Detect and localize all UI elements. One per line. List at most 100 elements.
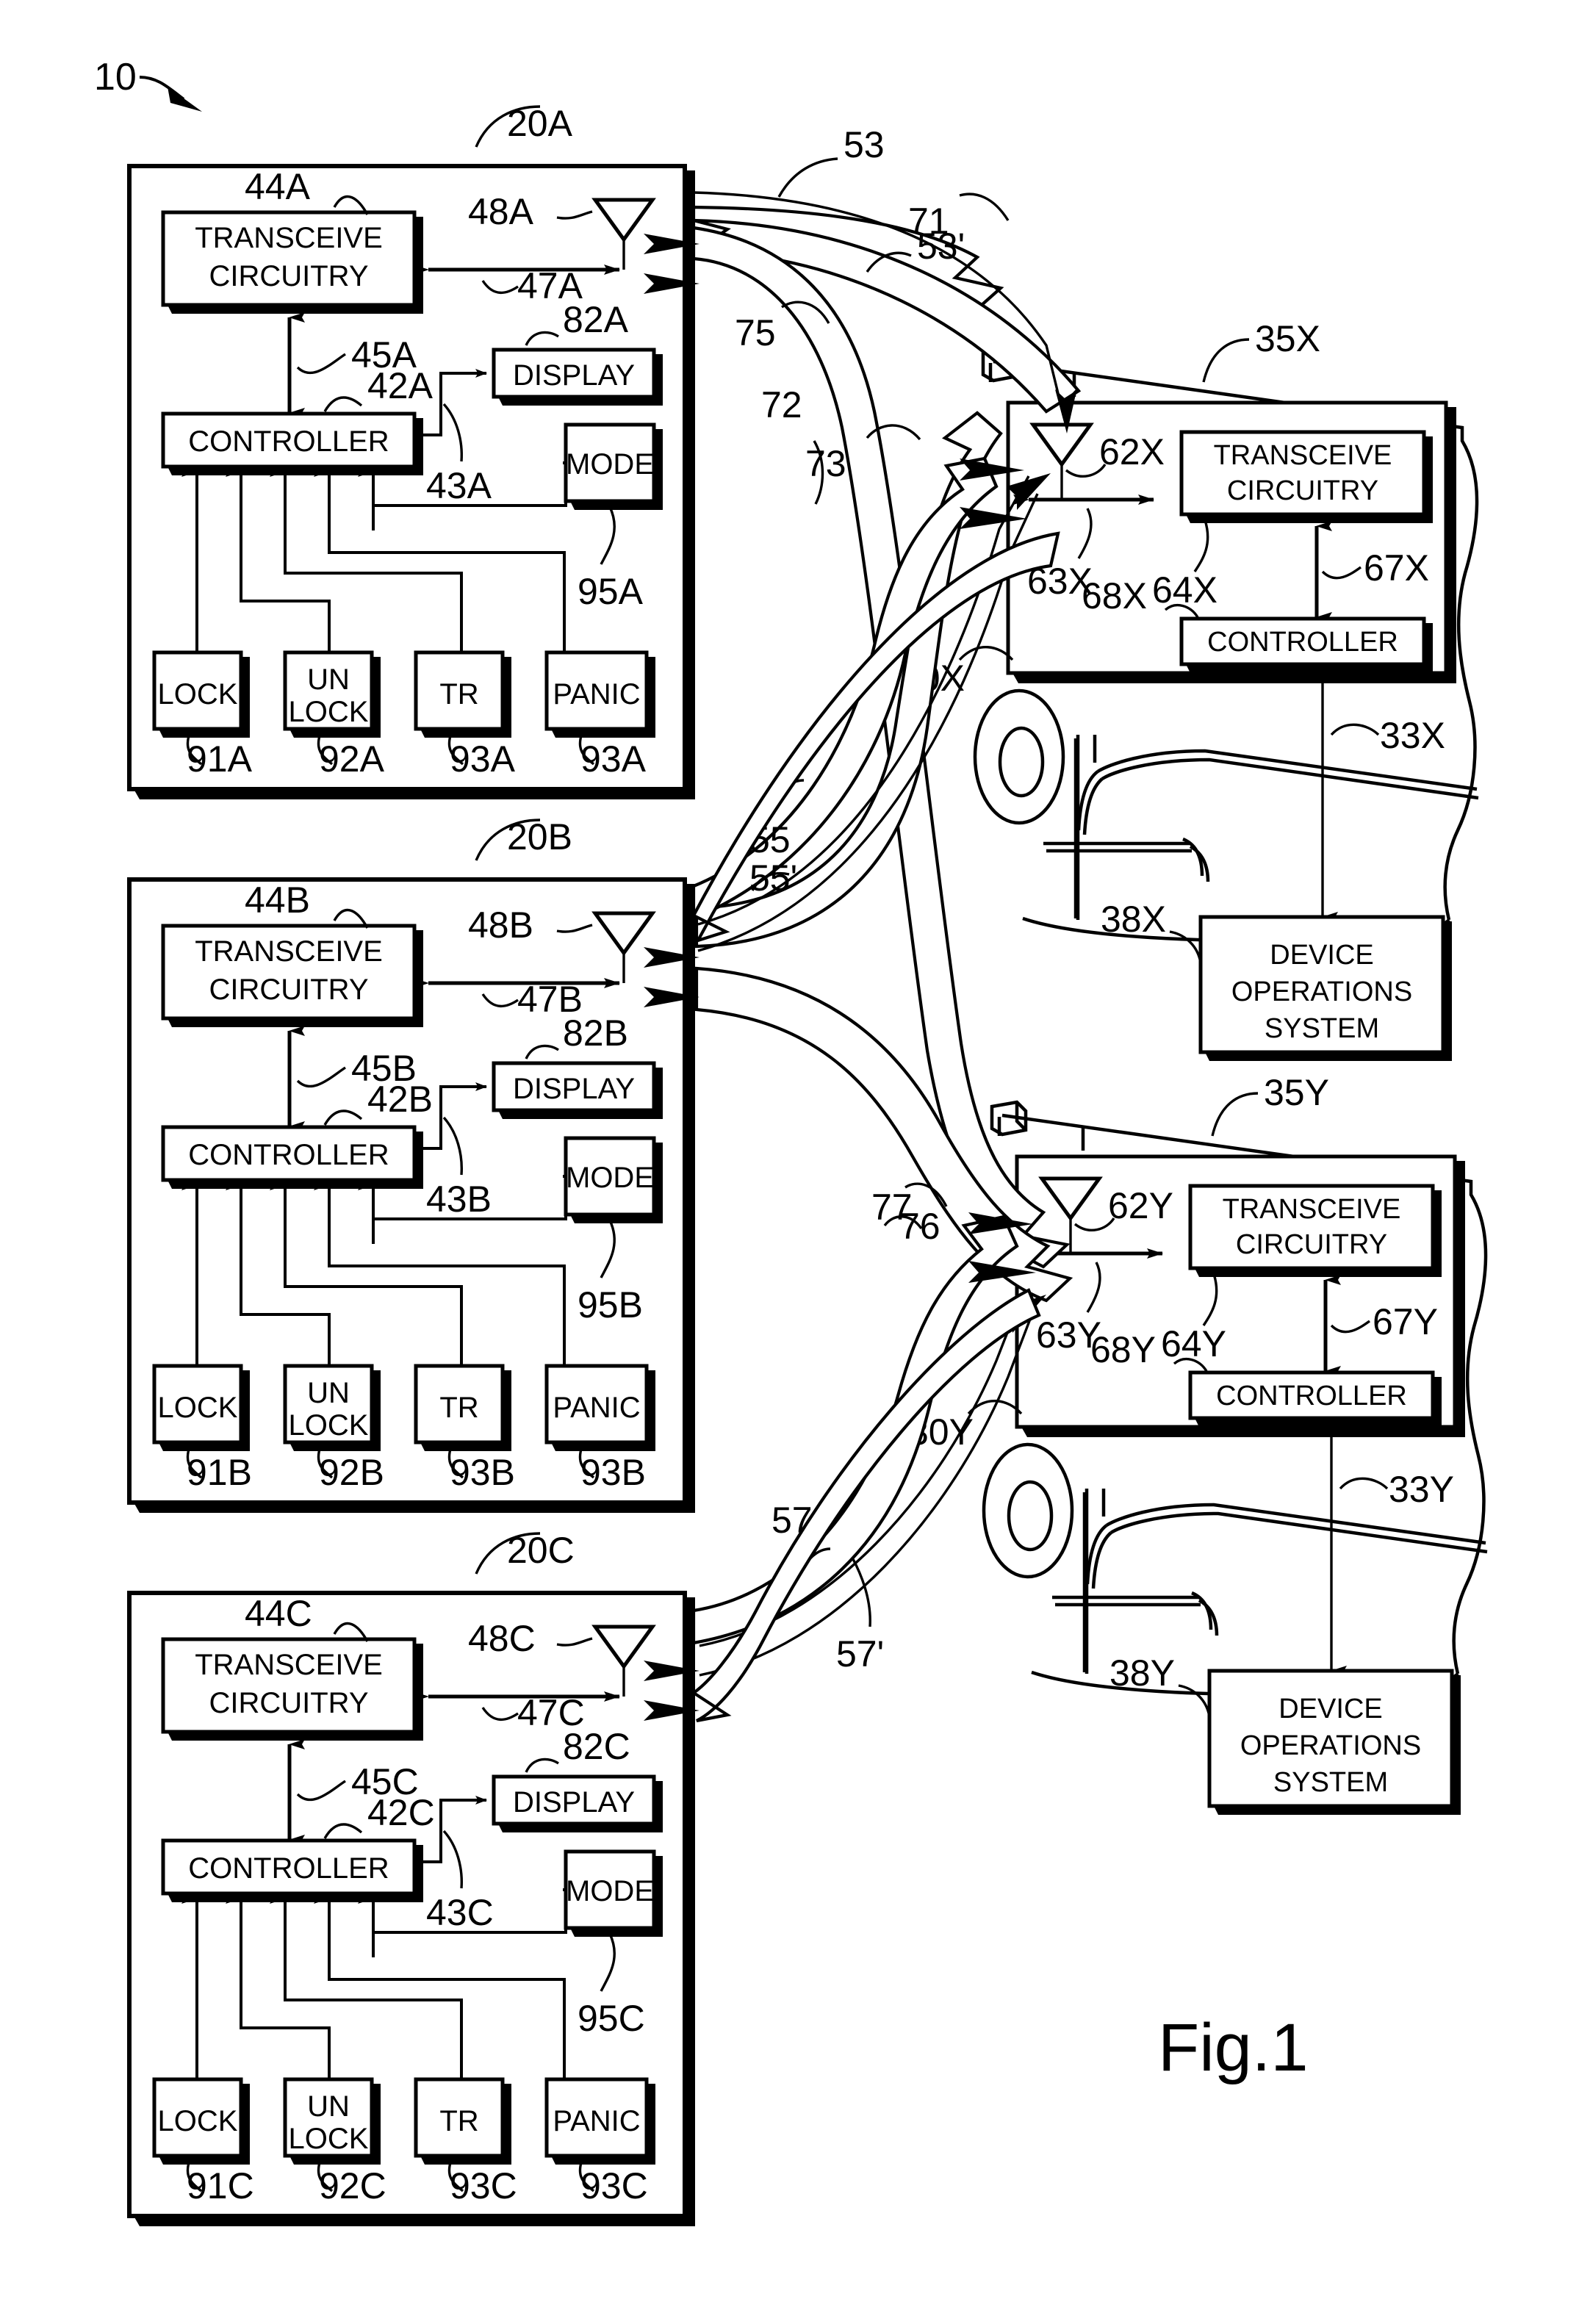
signal-53: 53 xyxy=(691,124,1004,314)
unit-c-button-unlock-ref: 92C xyxy=(319,2165,386,2206)
unit-b-transceive-ref: 44B xyxy=(245,879,310,921)
unit-c-button-panic[interactable]: PANIC xyxy=(544,2077,655,2165)
unit-c-button-tr-ref: 93C xyxy=(450,2165,517,2206)
unit-a-mode-box: MODE xyxy=(564,422,663,510)
unit-b-mode-box: MODE xyxy=(564,1136,663,1223)
signal-76: 76 xyxy=(694,966,1073,1303)
vehicle-x-unit-ref: 35X xyxy=(1255,318,1320,359)
unit-b-display-label: DISPLAY xyxy=(513,1073,635,1105)
unit-c-display-ref: 82C xyxy=(563,1726,630,1767)
unit-a-mode-ref: 95A xyxy=(578,571,644,612)
signal-55p-label: 55' xyxy=(749,857,797,899)
vehicle-y-handle-curve-2 xyxy=(1198,1599,1219,1636)
unit-b-transceive-line1: TRANSCEIVE xyxy=(195,935,383,968)
vehicle-y-unit-ref: 35Y xyxy=(1264,1072,1329,1113)
vehicle-x-transceive-box: TRANSCEIVE CIRCUITRY xyxy=(1179,430,1433,523)
remote-unit-20B[interactable]: 20B TRANSCEIVE CIRCUITRY 44B 48B 47B 45B… xyxy=(127,816,695,1513)
signal-57p-label: 57' xyxy=(836,1633,884,1674)
vehicle-x-ops-link-ref: 33X xyxy=(1380,715,1445,756)
unit-a-button-tr-label: TR xyxy=(439,678,478,710)
unit-b-mode-ref: 95B xyxy=(578,1284,643,1325)
vehicle-y-device-ops-line3: SYSTEM xyxy=(1273,1767,1388,1798)
vehicle-x-device-ops-line1: DEVICE xyxy=(1270,940,1373,971)
unit-c-transceive-box: TRANSCEIVE CIRCUITRY xyxy=(161,1637,423,1741)
unit-a-button-unlock-line1: UN xyxy=(307,663,350,696)
remote-unit-20C[interactable]: 20C TRANSCEIVE CIRCUITRY 44C 48C 47C 45C… xyxy=(127,1530,695,2226)
unit-a-button-unlock[interactable]: UN LOCK xyxy=(283,650,381,738)
unit-c-mode-label: MODE xyxy=(566,1875,654,1907)
unit-b-button-lock[interactable]: LOCK xyxy=(152,1364,250,1451)
signal-75-label: 75 xyxy=(735,312,776,353)
vehicle-x-transceive-line1: TRANSCEIVE xyxy=(1214,440,1392,471)
unit-a-button-panic-ref: 93A xyxy=(580,738,647,780)
unit-c-controller-box: CONTROLLER xyxy=(161,1838,423,1902)
unit-a-display-link-ref: 43A xyxy=(426,465,492,506)
unit-b-controller-ref: 42B xyxy=(367,1079,433,1120)
unit-a-button-unlock-ref: 92A xyxy=(319,738,385,780)
vehicle-y-transceive-ref: 64Y xyxy=(1161,1323,1226,1364)
unit-a-display-label: DISPLAY xyxy=(513,359,635,392)
unit-c-button-panic-label: PANIC xyxy=(553,2105,640,2137)
unit-b-controller-label: CONTROLLER xyxy=(188,1139,389,1171)
unit-c-button-lock-ref: 91C xyxy=(187,2165,254,2206)
unit-a-ref-label: 20A xyxy=(507,103,573,144)
unit-a-controller-ref: 42A xyxy=(367,365,434,406)
system-ref-10: 10 xyxy=(94,56,202,112)
unit-b-button-lock-ref: 91B xyxy=(187,1452,252,1493)
unit-a-controller-label: CONTROLLER xyxy=(188,425,389,458)
vehicle-x-device-ops-line2: OPERATIONS xyxy=(1231,976,1412,1007)
unit-a-button-panic[interactable]: PANIC xyxy=(544,650,655,738)
vehicle-y-controller-box: CONTROLLER xyxy=(1188,1370,1442,1427)
unit-c-transceive-line2: CIRCUITRY xyxy=(209,1687,368,1719)
unit-c-controller-ref: 42C xyxy=(367,1792,435,1833)
unit-b-display-ref: 82B xyxy=(563,1012,628,1054)
unit-a-controller-box: CONTROLLER xyxy=(161,411,423,475)
unit-a-button-lock[interactable]: LOCK xyxy=(152,650,250,738)
vehicle-x-handle-curve-2 xyxy=(1189,845,1210,882)
signal-77-label: 77 xyxy=(871,1187,913,1228)
unit-a-button-panic-label: PANIC xyxy=(553,678,640,710)
unit-a-button-lock-label: LOCK xyxy=(158,678,238,710)
vehicle-x-antenna-ref: 62X xyxy=(1099,431,1165,472)
system-ref-label: 10 xyxy=(94,56,137,98)
figure-label: Fig.1 xyxy=(1158,2010,1309,2085)
unit-b-button-tr[interactable]: TR xyxy=(414,1364,511,1451)
vehicle-y-transceive-line1: TRANSCEIVE xyxy=(1223,1194,1401,1225)
unit-a-button-tr[interactable]: TR xyxy=(414,650,511,738)
unit-b-button-panic-label: PANIC xyxy=(553,1392,640,1424)
vehicle-x-wheel xyxy=(973,688,1065,825)
vehicle-y-antenna-ref: 62Y xyxy=(1108,1185,1173,1226)
vehicle-y-ops-link-ref: 33Y xyxy=(1389,1469,1454,1510)
unit-a-transceive-box: TRANSCEIVE CIRCUITRY xyxy=(161,210,423,314)
unit-c-button-tr[interactable]: TR xyxy=(414,2077,511,2165)
unit-c-button-unlock-line2: LOCK xyxy=(289,2123,369,2155)
unit-b-mode-label: MODE xyxy=(566,1162,654,1194)
signal-71-label: 71 xyxy=(908,201,949,242)
unit-a-mode-label: MODE xyxy=(566,448,654,481)
unit-c-transceive-ref: 44C xyxy=(245,1593,312,1634)
unit-c-button-tr-label: TR xyxy=(439,2105,478,2137)
unit-b-ref-label: 20B xyxy=(507,816,572,857)
unit-c-display-label: DISPLAY xyxy=(513,1786,635,1818)
vehicle-y-device-ops-line1: DEVICE xyxy=(1278,1694,1382,1724)
unit-b-button-tr-label: TR xyxy=(439,1392,478,1424)
signal-76-arrow xyxy=(694,966,1073,1303)
unit-c-mode-ref: 95C xyxy=(578,1998,645,2039)
remote-unit-20A[interactable]: 20A TRANSCEIVE CIRCUITRY 44A 48A 47A 45A xyxy=(127,103,695,799)
unit-b-antenna-ref: 48B xyxy=(468,904,533,946)
unit-c-ref-label: 20C xyxy=(507,1530,575,1571)
vehicle-y-controller-ref: 68Y xyxy=(1090,1329,1156,1370)
vehicle-x-transceive-line2: CIRCUITRY xyxy=(1227,475,1378,506)
signal-72-label: 72 xyxy=(761,384,802,425)
unit-b-button-panic[interactable]: PANIC xyxy=(544,1364,655,1451)
unit-c-controller-label: CONTROLLER xyxy=(188,1852,389,1885)
unit-b-button-panic-ref: 93B xyxy=(580,1452,646,1493)
unit-b-button-unlock-ref: 92B xyxy=(319,1452,384,1493)
unit-b-transceive-box: TRANSCEIVE CIRCUITRY xyxy=(161,924,423,1027)
unit-c-button-lock[interactable]: LOCK xyxy=(152,2077,250,2165)
unit-b-button-unlock-line2: LOCK xyxy=(289,1409,369,1442)
vehicle-x-controller-box: CONTROLLER xyxy=(1179,616,1433,673)
unit-a-button-lock-ref: 91A xyxy=(187,738,253,780)
unit-c-button-unlock[interactable]: UN LOCK xyxy=(283,2077,381,2165)
unit-b-button-unlock[interactable]: UN LOCK xyxy=(283,1364,381,1451)
